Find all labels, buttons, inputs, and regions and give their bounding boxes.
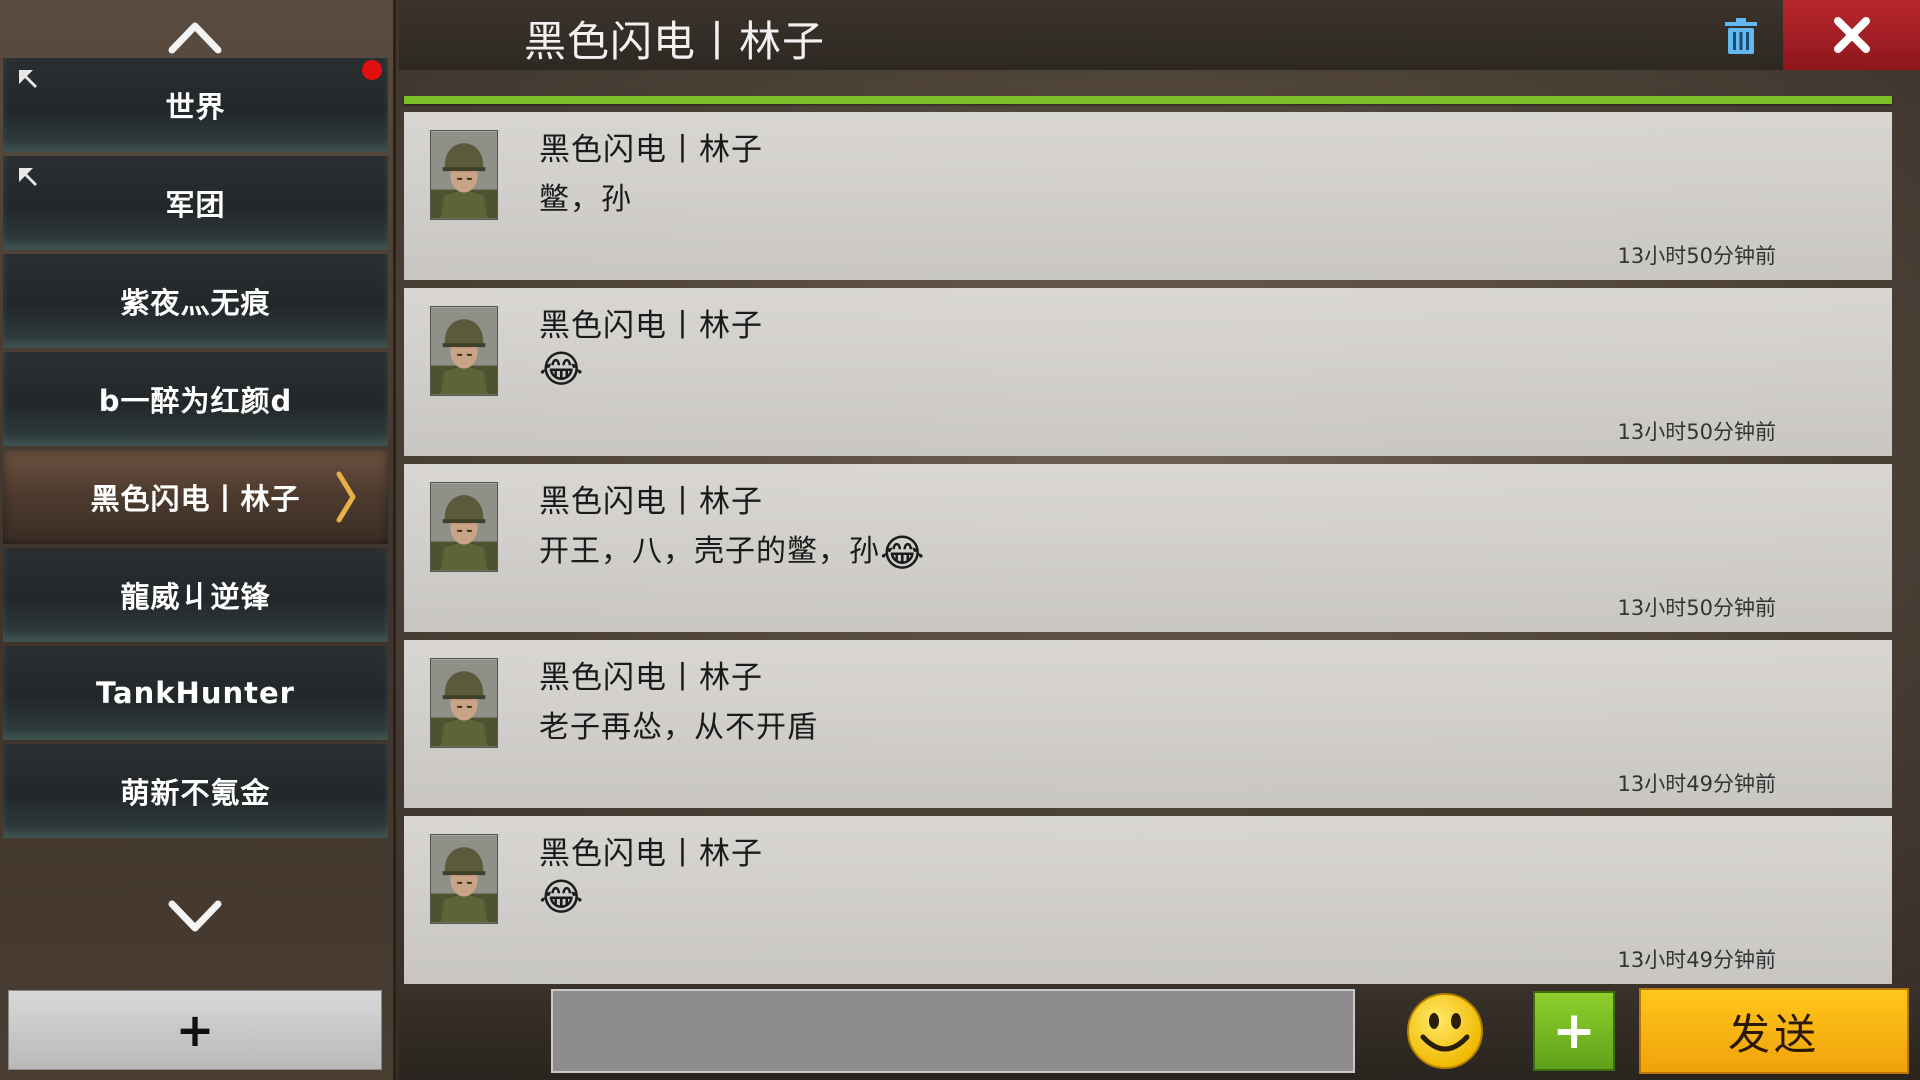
channel-label: 紫夜灬无痕 [120, 286, 271, 320]
message-timestamp: 13小时50分钟前 [1617, 244, 1776, 268]
channel-item-private[interactable]: 龍威丩逆锋 [3, 548, 388, 642]
channel-item-private[interactable]: TankHunter [3, 646, 388, 740]
close-button[interactable] [1783, 0, 1920, 70]
message-timestamp: 13小时50分钟前 [1617, 596, 1776, 620]
chat-header: 黑色闪电丨林子 [399, 0, 1920, 70]
channel-label: b一醉为红颜d [98, 384, 293, 418]
header-divider-bar [404, 96, 1892, 104]
scroll-up-button[interactable] [0, 12, 390, 62]
message-body: 鳖，孙 [539, 182, 632, 217]
message-text: 开王，八，壳子的鳖，孙😂 [539, 526, 925, 572]
channel-item-legion[interactable]: 军团 [3, 156, 388, 250]
chevron-up-icon [168, 22, 222, 54]
message-timestamp: 13小时50分钟前 [1617, 420, 1776, 444]
channel-list: 世界 军团 紫夜灬无痕 b一醉为红颜d 黑色闪电丨林子 龍威丩逆锋 TankHu… [3, 58, 388, 842]
message-list[interactable]: 黑色闪电丨林子 鳖，孙 13小时50分钟前 黑色闪电丨林子 😂 13小时50分钟… [404, 112, 1892, 992]
laughing-emoji-icon: 😂 [880, 530, 926, 575]
message-text: 😂 [539, 878, 584, 916]
message-item: 黑色闪电丨林子 😂 13小时49分钟前 [404, 816, 1892, 984]
unread-dot [362, 60, 382, 80]
sender-name: 黑色闪电丨林子 [539, 484, 763, 520]
smiley-icon[interactable] [1405, 991, 1485, 1071]
channel-label: TankHunter [96, 676, 295, 710]
send-button[interactable]: 发送 [1639, 988, 1909, 1074]
scroll-down-button[interactable] [0, 892, 390, 942]
message-body: 开王，八，壳子的鳖，孙 [539, 534, 880, 569]
channel-item-world[interactable]: 世界 [3, 58, 388, 152]
soldier-avatar-icon [431, 659, 497, 747]
channel-label: 世界 [165, 90, 226, 124]
message-body: 老子再怂，从不开盾 [539, 710, 818, 745]
message-item: 黑色闪电丨林子 老子再怂，从不开盾 13小时49分钟前 [404, 640, 1892, 808]
close-icon [1833, 17, 1870, 53]
message-item: 黑色闪电丨林子 开王，八，壳子的鳖，孙😂 13小时50分钟前 [404, 464, 1892, 632]
soldier-avatar-icon [431, 307, 497, 395]
avatar[interactable] [430, 834, 498, 924]
laughing-emoji-icon: 😂 [539, 875, 585, 919]
chevron-right-icon [336, 471, 356, 523]
trash-icon[interactable] [1721, 16, 1761, 56]
sender-name: 黑色闪电丨林子 [539, 132, 763, 168]
avatar[interactable] [430, 658, 498, 748]
sender-name: 黑色闪电丨林子 [539, 836, 763, 872]
message-text: 😂 [539, 350, 584, 388]
laughing-emoji-icon: 😂 [539, 347, 585, 391]
message-text: 鳖，孙 [539, 174, 632, 218]
add-channel-button[interactable]: + [8, 990, 382, 1070]
chevron-down-icon [168, 900, 222, 932]
channel-label: 萌新不氪金 [120, 776, 271, 810]
channel-label: 黑色闪电丨林子 [90, 482, 301, 516]
sender-name: 黑色闪电丨林子 [539, 660, 763, 696]
channel-sidebar: 世界 军团 紫夜灬无痕 b一醉为红颜d 黑色闪电丨林子 龍威丩逆锋 TankHu… [0, 0, 396, 1080]
channel-item-active[interactable]: 黑色闪电丨林子 [3, 450, 388, 544]
add-attachment-button[interactable]: + [1533, 991, 1615, 1071]
pin-icon [19, 168, 37, 186]
soldier-avatar-icon [431, 483, 497, 571]
chat-input[interactable] [551, 989, 1355, 1073]
sender-name: 黑色闪电丨林子 [539, 308, 763, 344]
pin-icon [19, 70, 37, 88]
channel-label: 军团 [165, 188, 226, 222]
avatar[interactable] [430, 306, 498, 396]
channel-item-private[interactable]: b一醉为红颜d [3, 352, 388, 446]
message-text: 老子再怂，从不开盾 [539, 702, 818, 746]
message-item: 黑色闪电丨林子 😂 13小时50分钟前 [404, 288, 1892, 456]
soldier-avatar-icon [431, 131, 497, 219]
message-item: 黑色闪电丨林子 鳖，孙 13小时50分钟前 [404, 112, 1892, 280]
page-title: 黑色闪电丨林子 [524, 17, 826, 66]
message-timestamp: 13小时49分钟前 [1617, 948, 1776, 972]
channel-item-private[interactable]: 萌新不氪金 [3, 744, 388, 838]
compose-bar: + 发送 [399, 984, 1920, 1080]
message-timestamp: 13小时49分钟前 [1617, 772, 1776, 796]
channel-label: 龍威丩逆锋 [120, 580, 271, 614]
soldier-avatar-icon [431, 835, 497, 923]
avatar[interactable] [430, 482, 498, 572]
channel-item-private[interactable]: 紫夜灬无痕 [3, 254, 388, 348]
avatar[interactable] [430, 130, 498, 220]
